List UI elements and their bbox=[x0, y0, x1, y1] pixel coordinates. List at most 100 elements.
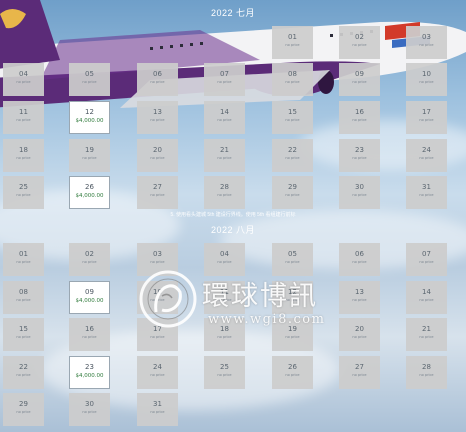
day-number: 15 bbox=[288, 108, 297, 116]
day-number: 09 bbox=[85, 288, 94, 296]
calendar-day: 28 no price bbox=[406, 356, 447, 389]
calendar-day: 31 no price bbox=[137, 393, 178, 426]
calendar-day: 16 no price bbox=[339, 101, 380, 134]
calendar-day-available[interactable]: 26 $4,000.00 bbox=[69, 176, 110, 209]
day-unavailable-label: no price bbox=[352, 373, 367, 377]
day-number: 01 bbox=[288, 33, 297, 41]
day-number: 28 bbox=[422, 363, 431, 371]
calendar-day: 30 no price bbox=[69, 393, 110, 426]
calendar-day: 01 no price bbox=[3, 243, 44, 276]
day-number: 25 bbox=[19, 183, 28, 191]
day-unavailable-label: no price bbox=[16, 373, 31, 377]
day-number: 06 bbox=[153, 70, 162, 78]
calendar-day: 03 no price bbox=[406, 26, 447, 59]
watermark-name: 環球博訊 bbox=[202, 281, 318, 312]
day-number: 21 bbox=[422, 325, 431, 333]
calendar-day: 25 no price bbox=[3, 176, 44, 209]
day-unavailable-label: no price bbox=[419, 80, 434, 84]
watermark-logo-icon bbox=[139, 270, 197, 328]
day-number: 03 bbox=[422, 33, 431, 41]
day-number: 29 bbox=[19, 400, 28, 408]
calendar-day: 26 no price bbox=[272, 356, 313, 389]
calendar-day: 29 no price bbox=[272, 176, 313, 209]
calendar-day: 15 no price bbox=[3, 318, 44, 351]
day-unavailable-label: no price bbox=[82, 260, 97, 264]
day-unavailable-label: no price bbox=[352, 335, 367, 339]
day-number: 12 bbox=[85, 108, 94, 116]
day-price: $4,000.00 bbox=[75, 193, 104, 199]
calendar-day: 13 no price bbox=[137, 101, 178, 134]
calendar-day-available[interactable]: 09 $4,000.00 bbox=[69, 281, 110, 314]
day-number: 16 bbox=[355, 108, 364, 116]
calendar-day: 29 no price bbox=[3, 393, 44, 426]
calendar-day: 23 no price bbox=[339, 139, 380, 172]
month-note: 5. 使用看头建城 5th 建设行界线。使用 5th 看组建行前标 bbox=[170, 212, 296, 218]
day-unavailable-label: no price bbox=[217, 156, 232, 160]
calendar-day: 15 no price bbox=[272, 101, 313, 134]
day-number: 13 bbox=[355, 288, 364, 296]
day-unavailable-label: no price bbox=[419, 260, 434, 264]
day-unavailable-label: no price bbox=[16, 260, 31, 264]
day-unavailable-label: no price bbox=[16, 80, 31, 84]
day-unavailable-label: no price bbox=[16, 298, 31, 302]
calendar-day: 24 no price bbox=[137, 356, 178, 389]
day-unavailable-label: no price bbox=[150, 373, 165, 377]
day-unavailable-label: no price bbox=[352, 80, 367, 84]
calendar-day-available[interactable]: 12 $4,000.00 bbox=[69, 101, 110, 134]
day-number: 26 bbox=[85, 183, 94, 191]
day-unavailable-label: no price bbox=[217, 80, 232, 84]
calendar-day: 27 no price bbox=[339, 356, 380, 389]
day-number: 30 bbox=[355, 183, 364, 191]
calendar-day: 04 no price bbox=[3, 63, 44, 96]
day-number: 02 bbox=[85, 250, 94, 258]
day-number: 23 bbox=[85, 363, 94, 371]
day-number: 28 bbox=[220, 183, 229, 191]
day-unavailable-label: no price bbox=[419, 43, 434, 47]
day-number: 09 bbox=[355, 70, 364, 78]
calendar-day: 07 no price bbox=[406, 243, 447, 276]
calendar-day-available[interactable]: 23 $4,000.00 bbox=[69, 356, 110, 389]
day-unavailable-label: no price bbox=[82, 156, 97, 160]
calendar-day: 21 no price bbox=[406, 318, 447, 351]
day-number: 22 bbox=[19, 363, 28, 371]
day-unavailable-label: no price bbox=[352, 43, 367, 47]
calendar-day: 07 no price bbox=[204, 63, 245, 96]
day-number: 08 bbox=[288, 70, 297, 78]
day-unavailable-label: no price bbox=[419, 156, 434, 160]
day-unavailable-label: no price bbox=[419, 373, 434, 377]
day-number: 01 bbox=[19, 250, 28, 258]
calendar-day: 22 no price bbox=[272, 139, 313, 172]
day-number: 21 bbox=[220, 146, 229, 154]
calendar-day: 20 no price bbox=[339, 318, 380, 351]
day-number: 31 bbox=[422, 183, 431, 191]
day-unavailable-label: no price bbox=[419, 118, 434, 122]
day-number: 04 bbox=[220, 250, 229, 258]
day-number: 10 bbox=[422, 70, 431, 78]
day-number: 06 bbox=[355, 250, 364, 258]
day-number: 16 bbox=[85, 325, 94, 333]
day-unavailable-label: no price bbox=[285, 43, 300, 47]
day-unavailable-label: no price bbox=[82, 80, 97, 84]
day-unavailable-label: no price bbox=[285, 193, 300, 197]
day-number: 11 bbox=[19, 108, 28, 116]
day-unavailable-label: no price bbox=[217, 118, 232, 122]
day-price: $4,000.00 bbox=[75, 298, 104, 304]
day-number: 24 bbox=[153, 363, 162, 371]
day-number: 29 bbox=[288, 183, 297, 191]
day-number: 04 bbox=[19, 70, 28, 78]
day-unavailable-label: no price bbox=[352, 193, 367, 197]
day-price: $4,000.00 bbox=[75, 118, 104, 124]
calendar-day: 18 no price bbox=[3, 139, 44, 172]
day-number: 27 bbox=[355, 363, 364, 371]
day-unavailable-label: no price bbox=[16, 156, 31, 160]
day-number: 31 bbox=[153, 400, 162, 408]
calendar-day: 28 no price bbox=[204, 176, 245, 209]
day-unavailable-label: no price bbox=[82, 335, 97, 339]
calendar-grid: 01 no price 02 no price 03 no price 04 no price… bbox=[0, 0, 466, 426]
day-number: 03 bbox=[153, 250, 162, 258]
calendar-day: 21 no price bbox=[204, 139, 245, 172]
day-number: 07 bbox=[220, 70, 229, 78]
calendar-day: 10 no price bbox=[406, 63, 447, 96]
watermark-url: www.wgi8.com bbox=[208, 312, 326, 327]
day-unavailable-label: no price bbox=[285, 373, 300, 377]
